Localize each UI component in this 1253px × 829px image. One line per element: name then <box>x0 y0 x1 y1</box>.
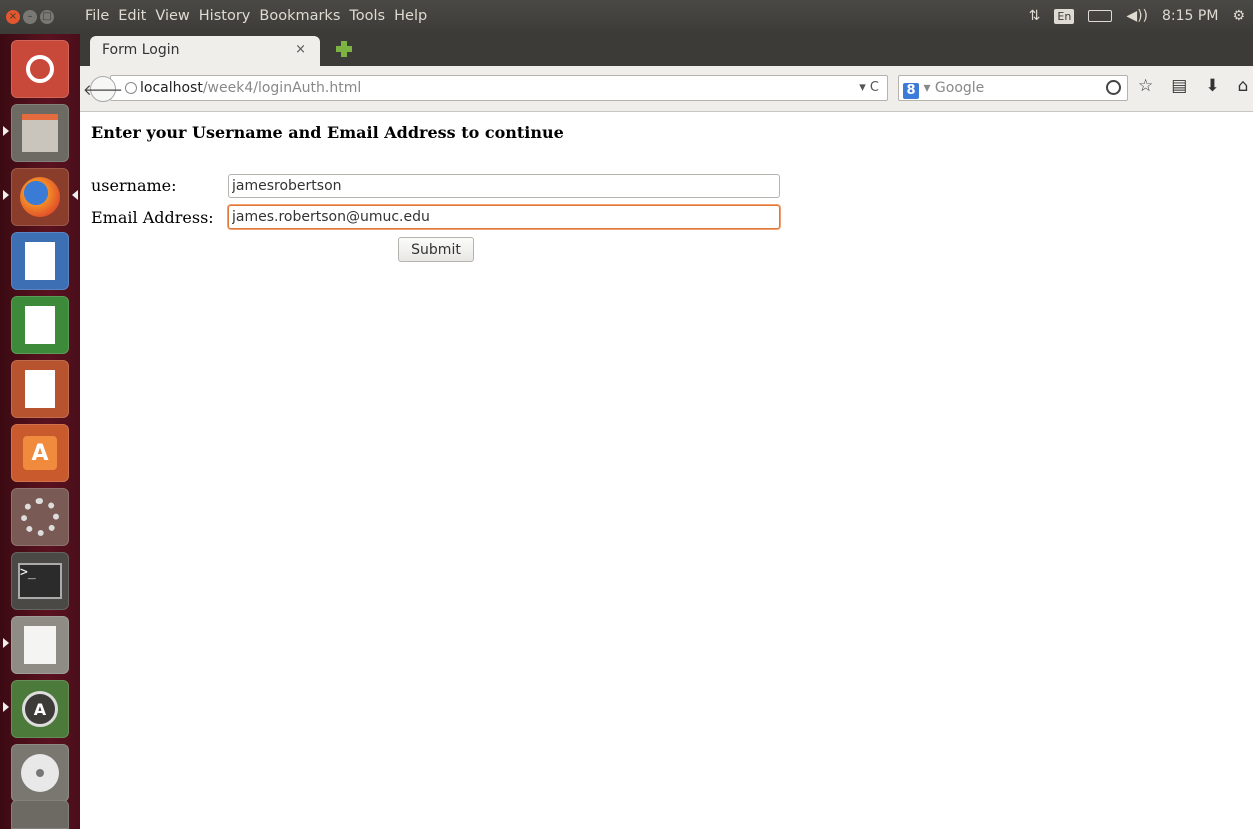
email-label: Email Address: <box>91 208 214 227</box>
indicator-area: ⇅ En ◀)) 8:15 PM ⚙ <box>1029 8 1245 24</box>
bookmark-star-icon[interactable]: ☆ <box>1138 76 1153 96</box>
libreoffice-writer-icon[interactable] <box>11 232 69 290</box>
home-icon[interactable]: ⌂ <box>1238 76 1249 96</box>
username-input[interactable] <box>228 174 780 198</box>
search-engine-icon[interactable]: 8 <box>903 83 919 99</box>
dvd-icon[interactable] <box>11 744 69 802</box>
submit-button[interactable]: Submit <box>398 237 474 262</box>
keyboard-layout-indicator[interactable]: En <box>1054 8 1075 24</box>
email-input[interactable] <box>228 205 780 229</box>
maximize-window-button[interactable]: □ <box>40 10 54 24</box>
running-indicator <box>3 126 9 136</box>
ubuntu-dash-icon[interactable] <box>11 40 69 98</box>
software-updater-icon[interactable]: A <box>11 680 69 738</box>
terminal-icon[interactable]: >_ <box>11 552 69 610</box>
running-indicator <box>3 638 9 648</box>
url-host: localhost <box>140 80 203 96</box>
url-path: /week4/loginAuth.html <box>202 80 362 96</box>
volume-icon[interactable]: ◀)) <box>1126 8 1148 24</box>
back-arrow-icon[interactable]: 🡐 <box>83 76 123 102</box>
site-identity-globe-icon[interactable] <box>125 82 137 94</box>
menu-edit[interactable]: Edit <box>118 8 146 24</box>
software-center-icon[interactable]: A <box>11 424 69 482</box>
page-heading: Enter your Username and Email Address to… <box>91 123 564 142</box>
close-window-button[interactable]: × <box>6 10 20 24</box>
network-icon[interactable]: ⇅ <box>1029 8 1041 24</box>
menu-view[interactable]: View <box>155 8 189 24</box>
search-bar[interactable]: 8 ▾ Google <box>898 75 1128 101</box>
libreoffice-impress-icon[interactable] <box>11 360 69 418</box>
username-label: username: <box>91 176 177 195</box>
window-controls: × – □ <box>6 10 54 24</box>
files-icon[interactable] <box>11 104 69 162</box>
menu-tools[interactable]: Tools <box>349 8 385 24</box>
web-page: Enter your Username and Email Address to… <box>80 112 1253 829</box>
focused-indicator <box>72 190 78 200</box>
menu-file[interactable]: File <box>85 8 109 24</box>
search-magnifier-icon[interactable] <box>1106 80 1121 95</box>
reading-list-icon[interactable]: ▤ <box>1171 76 1187 96</box>
minimize-window-button[interactable]: – <box>23 10 37 24</box>
menu-help[interactable]: Help <box>394 8 427 24</box>
libreoffice-calc-icon[interactable] <box>11 296 69 354</box>
running-indicator <box>3 702 9 712</box>
running-indicator <box>3 190 9 200</box>
downloads-arrow-icon[interactable]: ⬇ <box>1205 76 1219 96</box>
url-bar[interactable]: localhost/week4/loginAuth.html ▾ C <box>110 75 888 101</box>
tab-strip: Form Login × <box>80 34 1253 66</box>
clock[interactable]: 8:15 PM <box>1162 8 1218 24</box>
menu-history[interactable]: History <box>199 8 251 24</box>
navigation-toolbar: localhost/week4/loginAuth.html ▾ C 🡐 8 ▾… <box>80 66 1253 112</box>
close-tab-icon[interactable]: × <box>295 42 306 57</box>
system-settings-icon[interactable] <box>11 488 69 546</box>
trash-icon[interactable] <box>11 800 69 829</box>
url-dropdown-reload[interactable]: ▾ C <box>859 76 879 100</box>
launcher: A >_ A <box>0 34 80 829</box>
text-editor-icon[interactable] <box>11 616 69 674</box>
settings-gear-icon[interactable]: ⚙ <box>1232 8 1245 24</box>
menu-bar: File Edit View History Bookmarks Tools H… <box>85 8 436 24</box>
battery-icon[interactable] <box>1088 10 1113 22</box>
tab-form-login[interactable]: Form Login × <box>90 36 320 66</box>
top-panel: × – □ File Edit View History Bookmarks T… <box>0 0 1253 34</box>
menu-bookmarks[interactable]: Bookmarks <box>259 8 340 24</box>
search-placeholder: ▾ Google <box>923 80 985 96</box>
tab-title: Form Login <box>102 42 180 58</box>
new-tab-plus-icon[interactable] <box>335 40 353 58</box>
toolbar-icons: ☆ ▤ ⬇ ⌂ ☰ <box>1138 76 1253 96</box>
firefox-icon[interactable] <box>11 168 69 226</box>
